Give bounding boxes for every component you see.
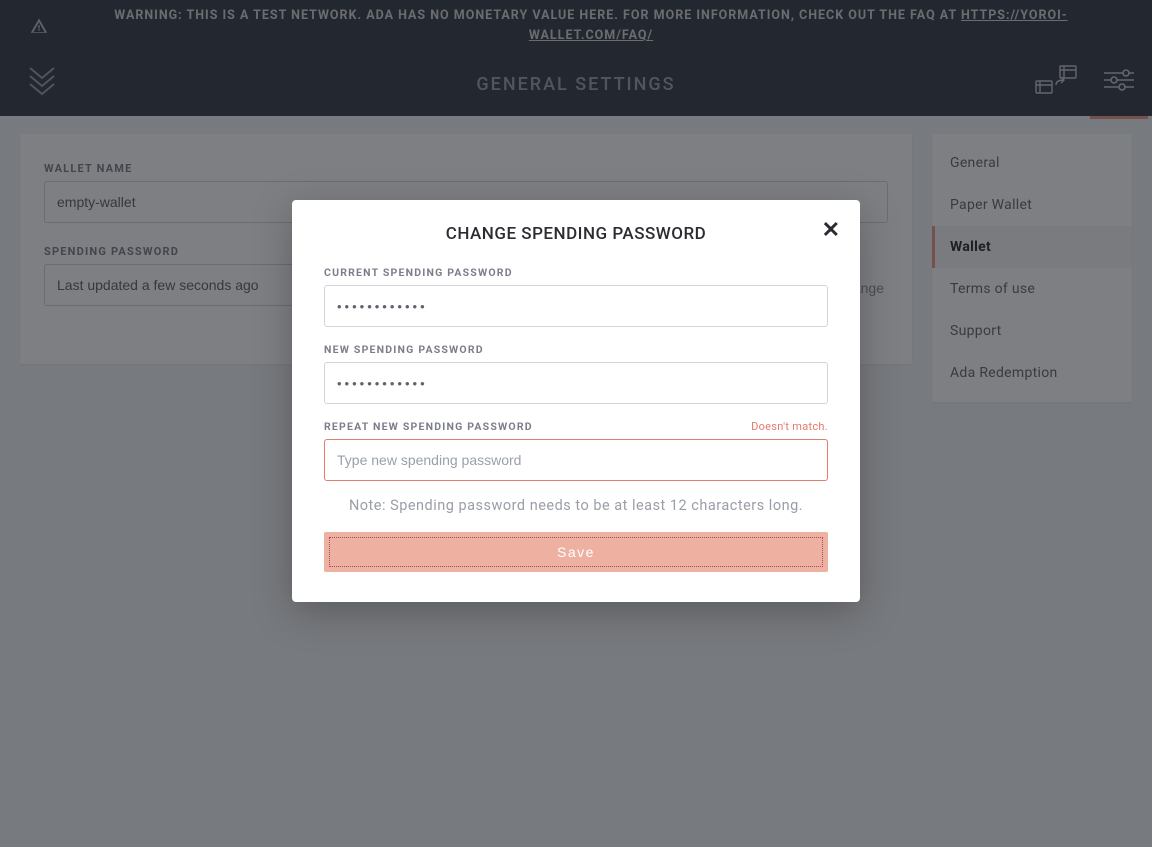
change-password-modal: CHANGE SPENDING PASSWORD ✕ CURRENT SPEND… bbox=[292, 200, 860, 602]
close-icon[interactable]: ✕ bbox=[822, 218, 840, 243]
password-length-note: Note: Spending password needs to be at l… bbox=[324, 497, 828, 514]
current-password-label: CURRENT SPENDING PASSWORD bbox=[324, 266, 828, 279]
current-password-input[interactable] bbox=[324, 285, 828, 327]
repeat-password-error: Doesn't match. bbox=[751, 420, 828, 433]
repeat-password-label: REPEAT NEW SPENDING PASSWORD bbox=[324, 420, 533, 433]
modal-title: CHANGE SPENDING PASSWORD bbox=[324, 224, 828, 244]
repeat-password-input[interactable] bbox=[324, 439, 828, 481]
new-password-label: NEW SPENDING PASSWORD bbox=[324, 343, 828, 356]
modal-overlay[interactable]: CHANGE SPENDING PASSWORD ✕ CURRENT SPEND… bbox=[0, 0, 1152, 847]
new-password-input[interactable] bbox=[324, 362, 828, 404]
save-button[interactable]: Save bbox=[324, 532, 828, 572]
